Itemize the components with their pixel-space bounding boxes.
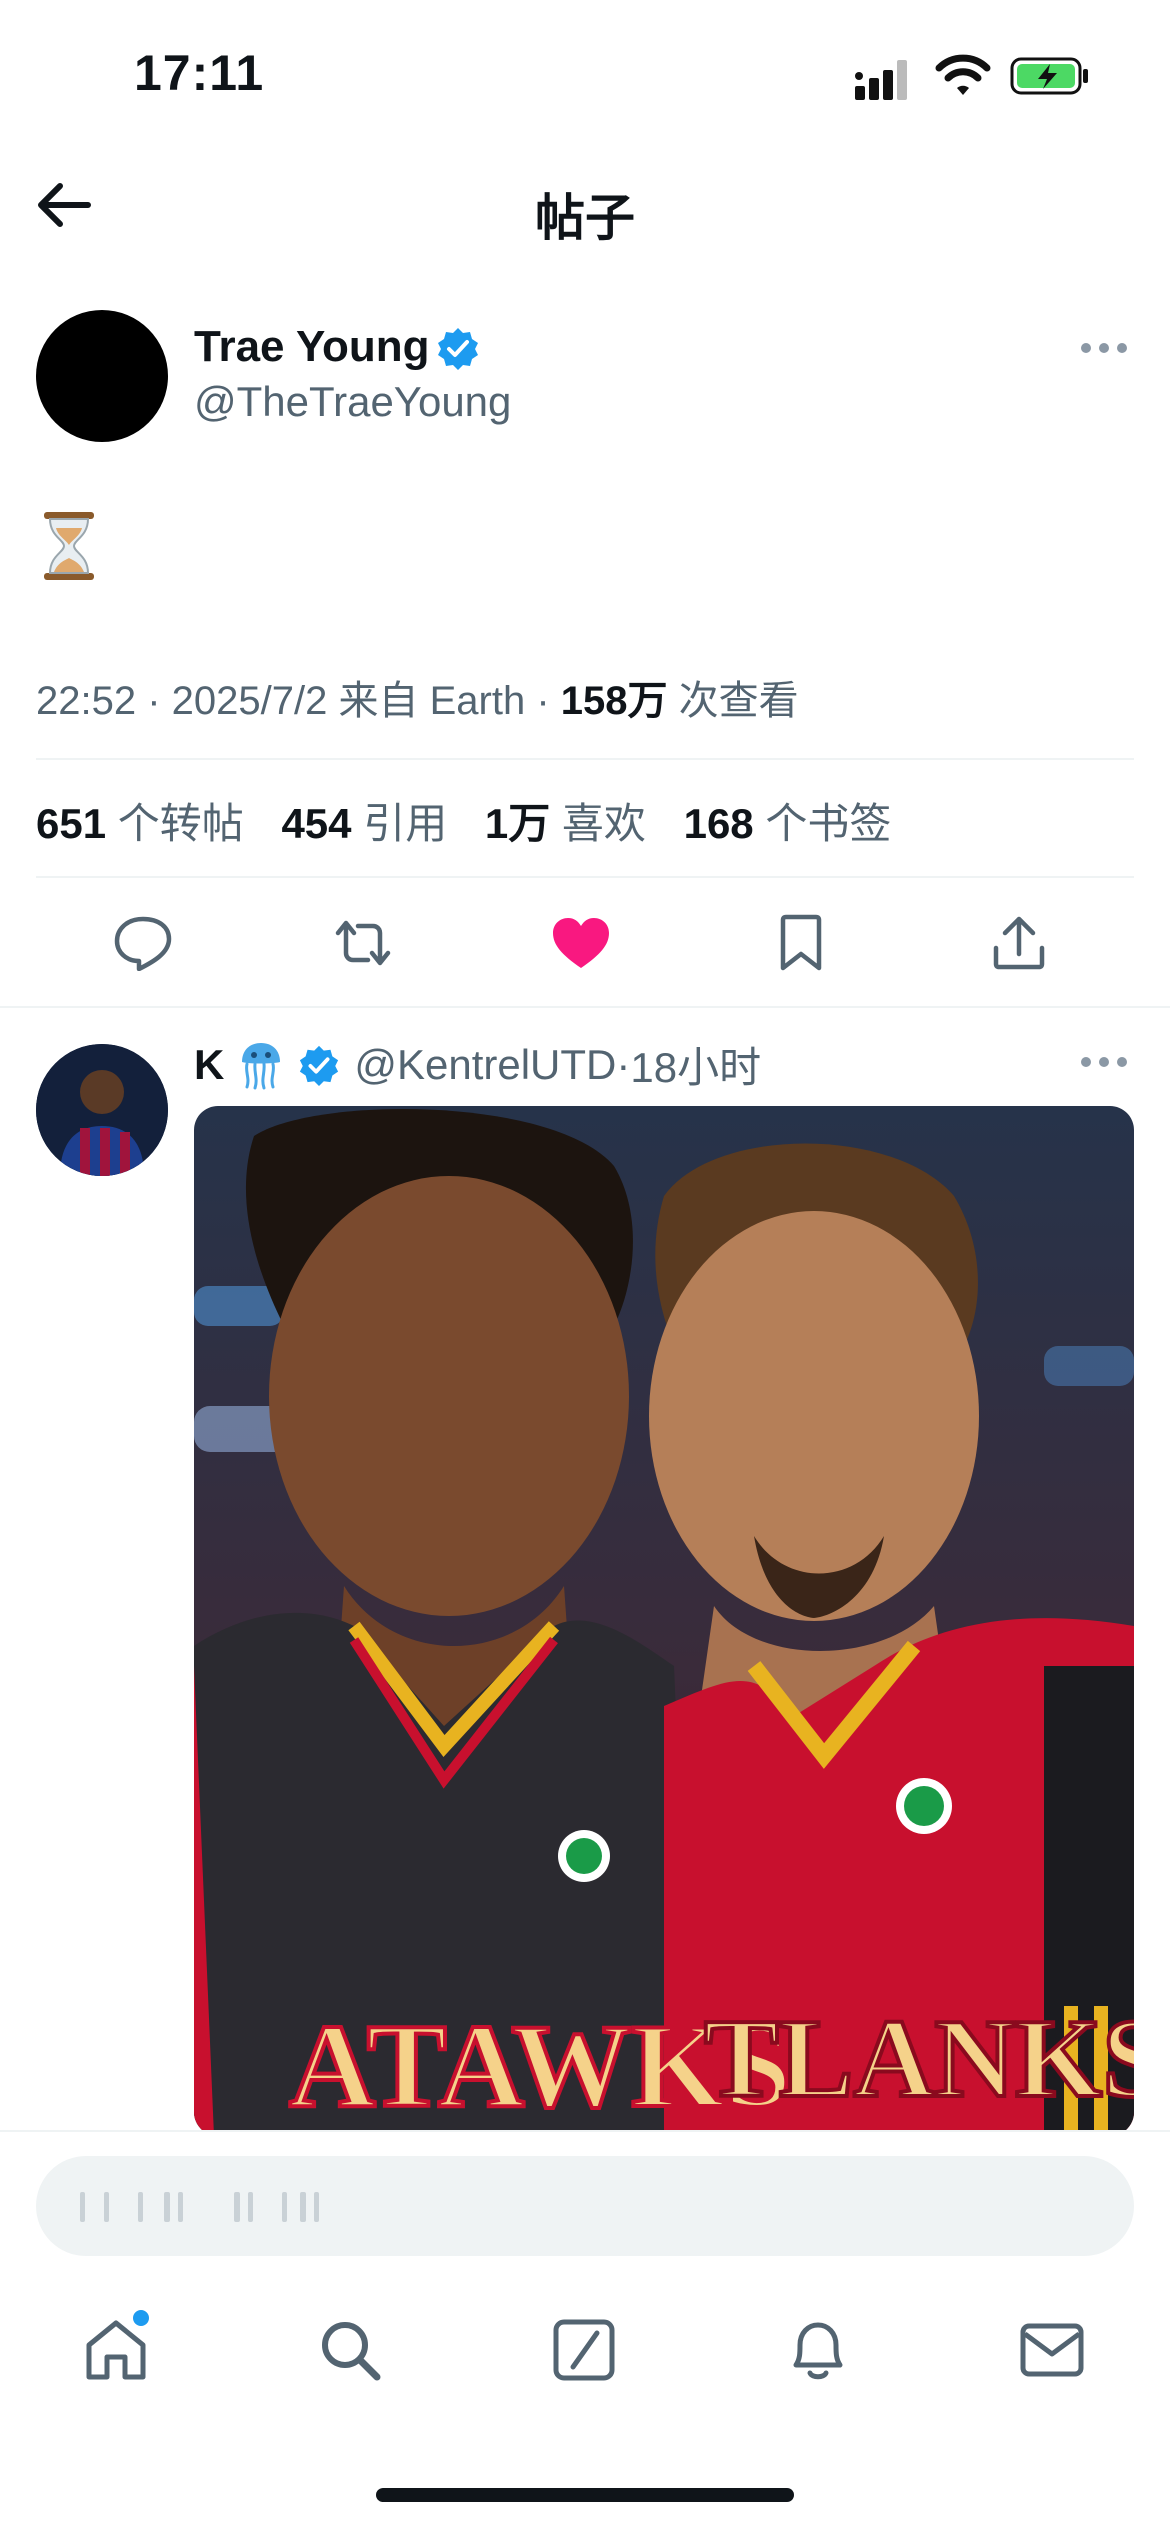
like-button[interactable] [546, 908, 616, 978]
page-title: 帖子 [535, 190, 635, 246]
author-avatar[interactable] [36, 310, 168, 442]
tab-notifications[interactable] [778, 2310, 858, 2390]
verified-badge-icon [300, 1045, 339, 1086]
verified-badge-icon [438, 328, 478, 370]
post-time: 22:52 [36, 679, 137, 723]
author-name[interactable]: Trae Young [194, 322, 430, 372]
reply-icon [114, 916, 172, 971]
home-indicator [376, 2488, 794, 2502]
grok-icon [553, 2319, 615, 2381]
bookmark-button[interactable] [766, 908, 836, 978]
tab-grok[interactable] [544, 2310, 624, 2390]
input-placeholder-blur [80, 2190, 340, 2224]
likes-stat[interactable]: 1万 喜欢 [485, 800, 646, 847]
basketball-players-photo: ATAWKS TLANKS [194, 1106, 1134, 2136]
reply-media-image[interactable]: ATAWKS TLANKS [194, 1106, 1134, 2136]
views-label: 次查看 [678, 679, 799, 723]
wifi-icon [935, 54, 991, 95]
share-icon [993, 916, 1045, 970]
section-divider [0, 1006, 1170, 1008]
jellyfish-emoji [242, 1042, 281, 1089]
repost-icon [335, 920, 391, 966]
engagement-stats: 651 个转帖 454 引用 1万 喜欢 168 个书签 [36, 790, 917, 851]
more-horizontal-icon[interactable] [1078, 1050, 1130, 1074]
status-time: 17:11 [134, 45, 265, 101]
bell-icon [793, 2322, 843, 2380]
post-date: 2025/7/2 [171, 679, 328, 723]
notification-dot [133, 2310, 149, 2326]
mail-icon [1020, 2323, 1084, 2377]
more-horizontal-icon[interactable] [1078, 336, 1130, 360]
reposts-stat[interactable]: 651 个转帖 [36, 800, 244, 847]
reply-author-handle[interactable]: @KentrelUTD [354, 1041, 616, 1089]
heart-icon [553, 918, 609, 968]
divider [36, 758, 1134, 760]
search-icon [322, 2322, 381, 2381]
views-count: 158万 [560, 679, 668, 723]
bookmark-icon [780, 914, 822, 971]
tab-messages[interactable] [1012, 2310, 1092, 2390]
repost-button[interactable] [328, 908, 398, 978]
bookmarks-stat[interactable]: 168 个书签 [684, 800, 892, 847]
jersey-text-right: TLANKS [704, 1997, 1134, 2121]
reply-header: K @KentrelUTD · 18小时 [194, 1034, 761, 1095]
signal-icon [855, 58, 917, 100]
reply-author-avatar[interactable] [36, 1044, 168, 1176]
reply-time: 18小时 [630, 1044, 762, 1091]
battery-charging-icon [1010, 57, 1088, 95]
reply-author-name[interactable]: K [194, 1041, 224, 1089]
post-source: 来自 Earth [338, 679, 526, 723]
author-handle[interactable]: @TheTraeYoung [194, 378, 511, 426]
hourglass-emoji [44, 512, 94, 580]
share-button[interactable] [984, 908, 1054, 978]
post-metadata: 22:52 · 2025/7/2 来自 Earth · 158万 次查看 [36, 679, 799, 723]
divider [36, 876, 1134, 878]
quotes-stat[interactable]: 454 引用 [281, 800, 447, 847]
tab-search[interactable] [310, 2310, 390, 2390]
reply-button[interactable] [108, 908, 178, 978]
